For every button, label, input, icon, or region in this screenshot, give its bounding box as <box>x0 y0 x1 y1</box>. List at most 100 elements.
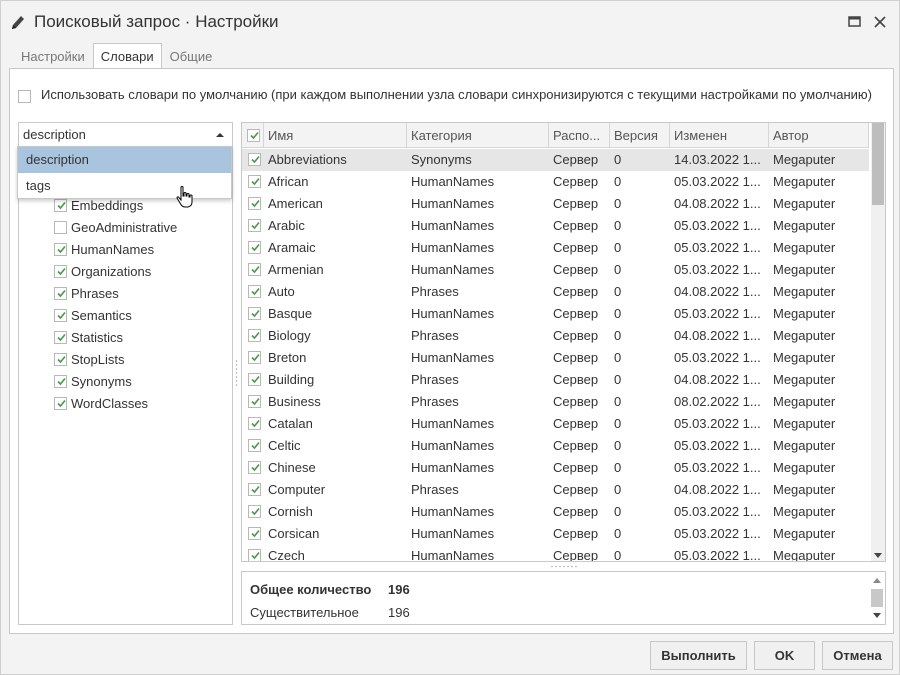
column-header[interactable]: Автор <box>769 123 869 148</box>
row-checkbox[interactable] <box>248 505 261 518</box>
table-row[interactable]: Chinese HumanNames Сервер 0 05.03.2022 1... M… <box>242 457 869 479</box>
table-row[interactable]: Basque HumanNames Сервер 0 05.03.2022 1... Me… <box>242 303 869 325</box>
row-checkbox[interactable] <box>248 175 261 188</box>
tree-item-checkbox[interactable] <box>54 199 67 212</box>
column-header[interactable]: Распо... <box>549 123 610 148</box>
table-row[interactable]: Computer Phrases Сервер 0 04.08.2022 1... Meg… <box>242 479 869 501</box>
tree-item[interactable]: StopLists <box>19 349 232 371</box>
summary-scrollbar[interactable] <box>870 572 884 624</box>
tab-1[interactable]: Словари <box>92 43 162 70</box>
dropdown-option[interactable]: tags <box>18 173 231 199</box>
cell-category: HumanNames <box>411 548 495 562</box>
row-checkbox[interactable] <box>248 197 261 210</box>
row-checkbox[interactable] <box>248 549 261 561</box>
tree-item[interactable]: Phrases <box>19 283 232 305</box>
grid-scroll-thumb[interactable] <box>872 123 884 205</box>
row-checkbox[interactable] <box>248 373 261 386</box>
column-header[interactable]: Изменен <box>670 123 769 148</box>
table-row[interactable]: Abbreviations Synonyms Сервер 0 14.03.2022 1… <box>242 149 869 171</box>
table-row[interactable]: Armenian HumanNames Сервер 0 05.03.2022 1...… <box>242 259 869 281</box>
tree-item[interactable]: GeoAdministrative <box>19 217 232 239</box>
tree-item-checkbox[interactable] <box>54 309 67 322</box>
vertical-splitter-grip[interactable] <box>235 359 238 389</box>
table-row[interactable]: Aramaic HumanNames Сервер 0 05.03.2022 1... M… <box>242 237 869 259</box>
select-all-checkbox[interactable] <box>247 129 260 142</box>
tree-item-checkbox[interactable] <box>54 397 67 410</box>
cell-location: Сервер <box>553 416 599 431</box>
table-row[interactable]: Corsican HumanNames Сервер 0 05.03.2022 1...… <box>242 523 869 545</box>
column-header[interactable]: Имя <box>264 123 407 148</box>
maximize-icon[interactable] <box>846 13 864 31</box>
row-checkbox[interactable] <box>248 219 261 232</box>
scroll-down-icon[interactable] <box>873 613 881 618</box>
table-row[interactable]: African HumanNames Сервер 0 05.03.2022 1... M… <box>242 171 869 193</box>
tab-0[interactable]: Настройки <box>13 43 93 69</box>
row-checkbox[interactable] <box>248 263 261 276</box>
row-checkbox[interactable] <box>248 527 261 540</box>
cell-version: 0 <box>614 152 622 167</box>
close-icon[interactable] <box>871 13 889 31</box>
table-row[interactable]: Arabic HumanNames Сервер 0 05.03.2022 1... Me… <box>242 215 869 237</box>
row-checkbox[interactable] <box>248 285 261 298</box>
table-row[interactable]: Auto Phrases Сервер 0 04.08.2022 1... Megaput… <box>242 281 869 303</box>
row-checkbox[interactable] <box>248 395 261 408</box>
row-checkbox[interactable] <box>248 329 261 342</box>
cell-name: Breton <box>268 350 307 365</box>
use-default-checkbox[interactable] <box>18 90 31 103</box>
check-icon <box>57 311 66 320</box>
tree-item[interactable]: Semantics <box>19 305 232 327</box>
cell-author: Megaputer <box>773 416 836 431</box>
pencil-icon <box>12 16 24 29</box>
tree-item-checkbox[interactable] <box>54 375 67 388</box>
table-row[interactable]: Breton HumanNames Сервер 0 05.03.2022 1... Me… <box>242 347 869 369</box>
tree-item-checkbox[interactable] <box>54 243 67 256</box>
check-icon <box>251 199 260 208</box>
ok-button[interactable]: OK <box>754 641 815 670</box>
group-by-combo[interactable]: description <box>19 123 232 147</box>
tree-item-checkbox[interactable] <box>54 353 67 366</box>
row-checkbox[interactable] <box>248 461 261 474</box>
tree-item[interactable]: WordClasses <box>19 393 232 415</box>
row-checkbox[interactable] <box>248 439 261 452</box>
grid-scrollbar[interactable] <box>871 123 885 561</box>
table-row[interactable]: Celtic HumanNames Сервер 0 05.03.2022 1... Me… <box>242 435 869 457</box>
tree-item-checkbox[interactable] <box>54 265 67 278</box>
table-row[interactable]: Building Phrases Сервер 0 04.08.2022 1... Meg… <box>242 369 869 391</box>
column-header[interactable]: Версия <box>610 123 670 148</box>
table-row[interactable]: American HumanNames Сервер 0 04.08.2022 1...… <box>242 193 869 215</box>
cell-location: Сервер <box>553 526 599 541</box>
tree-item-checkbox[interactable] <box>54 287 67 300</box>
tree-item-checkbox[interactable] <box>54 331 67 344</box>
tree-item[interactable]: Organizations <box>19 261 232 283</box>
title-bar: Поисковый запрос · Настройки <box>1 1 899 43</box>
dropdown-option[interactable]: description <box>18 147 231 173</box>
summary-scroll-thumb[interactable] <box>871 589 883 607</box>
row-checkbox[interactable] <box>248 483 261 496</box>
run-button[interactable]: Выполнить <box>650 641 747 670</box>
horizontal-splitter-grip[interactable] <box>550 565 580 568</box>
table-row[interactable]: Biology Phrases Сервер 0 04.08.2022 1... Mega… <box>242 325 869 347</box>
row-checkbox[interactable] <box>248 351 261 364</box>
table-row[interactable]: Cornish HumanNames Сервер 0 05.03.2022 1... M… <box>242 501 869 523</box>
check-icon <box>57 377 66 386</box>
row-checkbox[interactable] <box>248 241 261 254</box>
scroll-down-icon[interactable] <box>874 553 882 558</box>
table-row[interactable]: Czech HumanNames Сервер 0 05.03.2022 1... Meg… <box>242 545 869 562</box>
tree-item[interactable]: Synonyms <box>19 371 232 393</box>
tree-item[interactable]: HumanNames <box>19 239 232 261</box>
row-checkbox[interactable] <box>248 307 261 320</box>
tree-item[interactable]: Statistics <box>19 327 232 349</box>
tree-item-checkbox[interactable] <box>54 221 67 234</box>
column-header[interactable]: Категория <box>407 123 549 148</box>
cell-version: 0 <box>614 460 622 475</box>
tab-2[interactable]: Общие <box>162 43 221 69</box>
row-checkbox[interactable] <box>248 417 261 430</box>
select-all-header[interactable] <box>242 123 264 148</box>
cancel-button[interactable]: Отмена <box>822 641 893 670</box>
scroll-up-icon[interactable] <box>873 578 881 583</box>
cell-category: HumanNames <box>411 306 495 321</box>
chevron-up-icon[interactable] <box>216 133 224 137</box>
table-row[interactable]: Business Phrases Сервер 0 08.02.2022 1... Meg… <box>242 391 869 413</box>
row-checkbox[interactable] <box>248 153 261 166</box>
table-row[interactable]: Catalan HumanNames Сервер 0 05.03.2022 1... M… <box>242 413 869 435</box>
